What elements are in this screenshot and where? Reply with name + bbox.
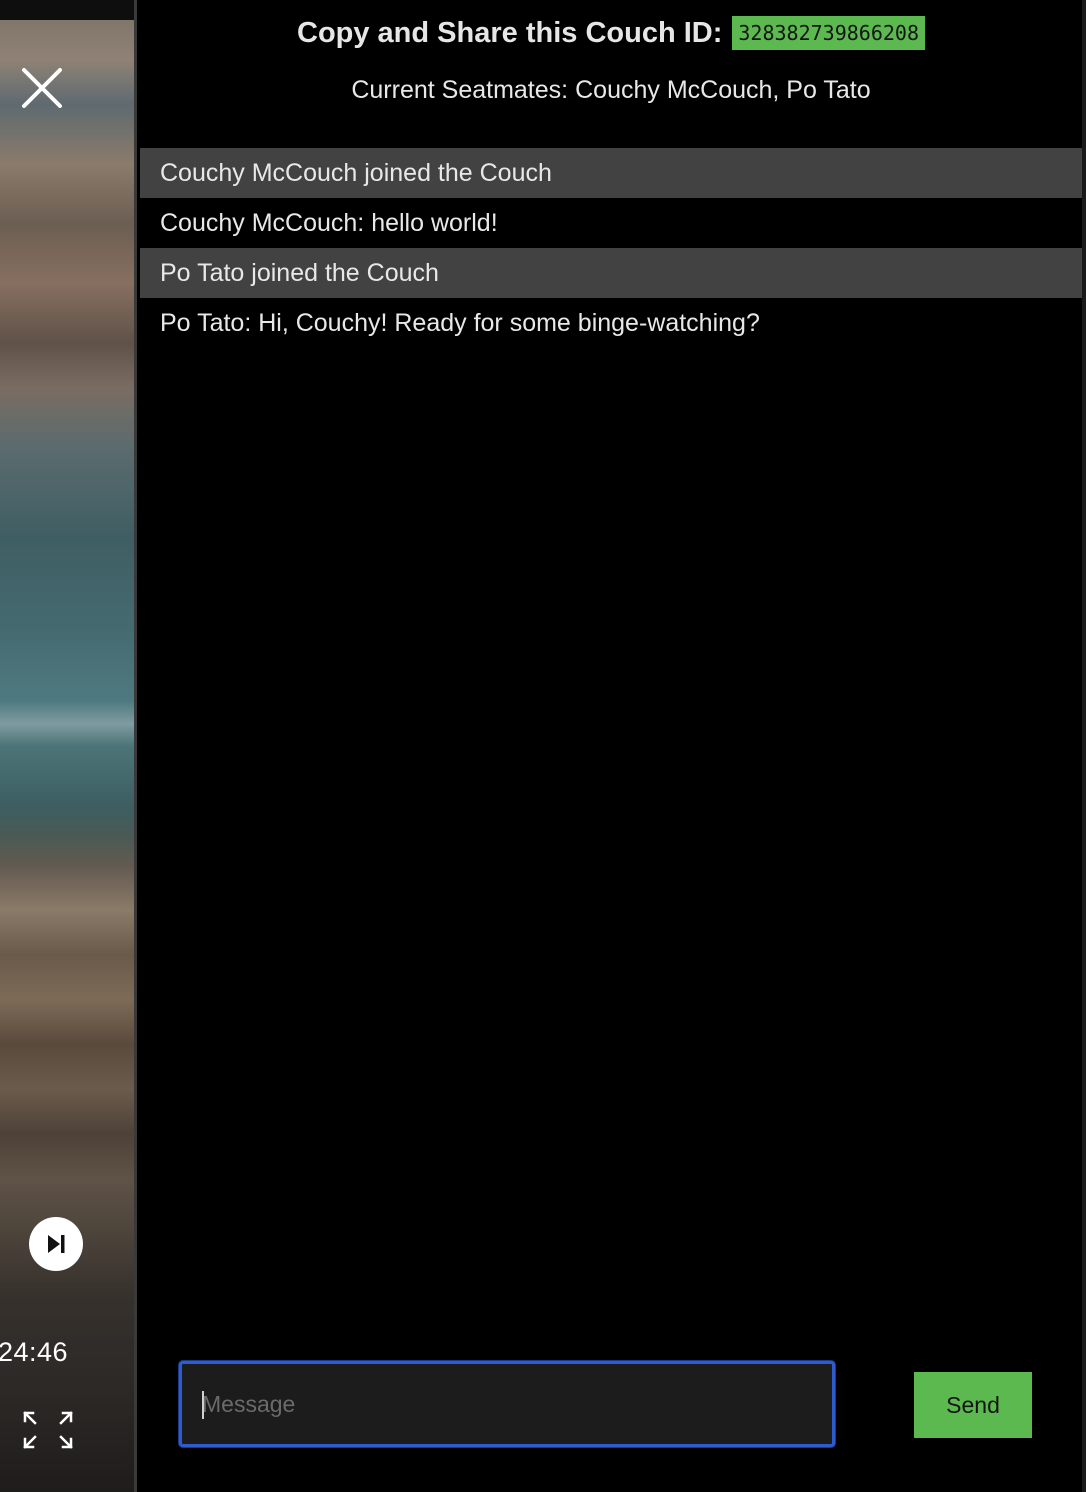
chat-panel: Copy and Share this Couch ID: 32838273986… bbox=[140, 0, 1086, 1492]
seatmates-line: Current Seatmates: Couchy McCouch, Po Tat… bbox=[140, 76, 1082, 105]
send-button[interactable]: Send bbox=[914, 1372, 1032, 1438]
video-divider[interactable] bbox=[134, 0, 137, 1492]
text-caret bbox=[202, 1391, 204, 1419]
skip-next-icon bbox=[48, 1235, 65, 1253]
message-input[interactable] bbox=[179, 1361, 835, 1447]
video-player[interactable]: 24:46 bbox=[0, 0, 137, 1492]
couch-id-title: Copy and Share this Couch ID: bbox=[297, 16, 723, 49]
video-top-bar bbox=[0, 0, 137, 20]
playback-time: 24:46 bbox=[0, 1337, 69, 1367]
message-row: Po Tato joined the Couch bbox=[140, 248, 1082, 298]
couch-header: Copy and Share this Couch ID: 32838273986… bbox=[140, 16, 1082, 50]
app-root: 24:46 Copy and Share this Couch ID: 3283… bbox=[0, 0, 1086, 1492]
message-list[interactable]: Couchy McCouch joined the Couch Couchy M… bbox=[140, 148, 1082, 348]
seatmates-names: Couchy McCouch, Po Tato bbox=[575, 76, 871, 104]
fullscreen-icon[interactable] bbox=[22, 1410, 74, 1450]
skip-next-button[interactable] bbox=[29, 1217, 83, 1271]
message-row: Po Tato: Hi, Couchy! Ready for some bing… bbox=[140, 298, 1082, 348]
close-icon[interactable] bbox=[18, 64, 66, 112]
couch-id-badge[interactable]: 328382739866208 bbox=[732, 16, 925, 50]
message-row: Couchy McCouch: hello world! bbox=[140, 198, 1082, 248]
message-row: Couchy McCouch joined the Couch bbox=[140, 148, 1082, 198]
seatmates-label: Current Seatmates: bbox=[351, 76, 569, 104]
panel-edge bbox=[1082, 0, 1086, 1492]
